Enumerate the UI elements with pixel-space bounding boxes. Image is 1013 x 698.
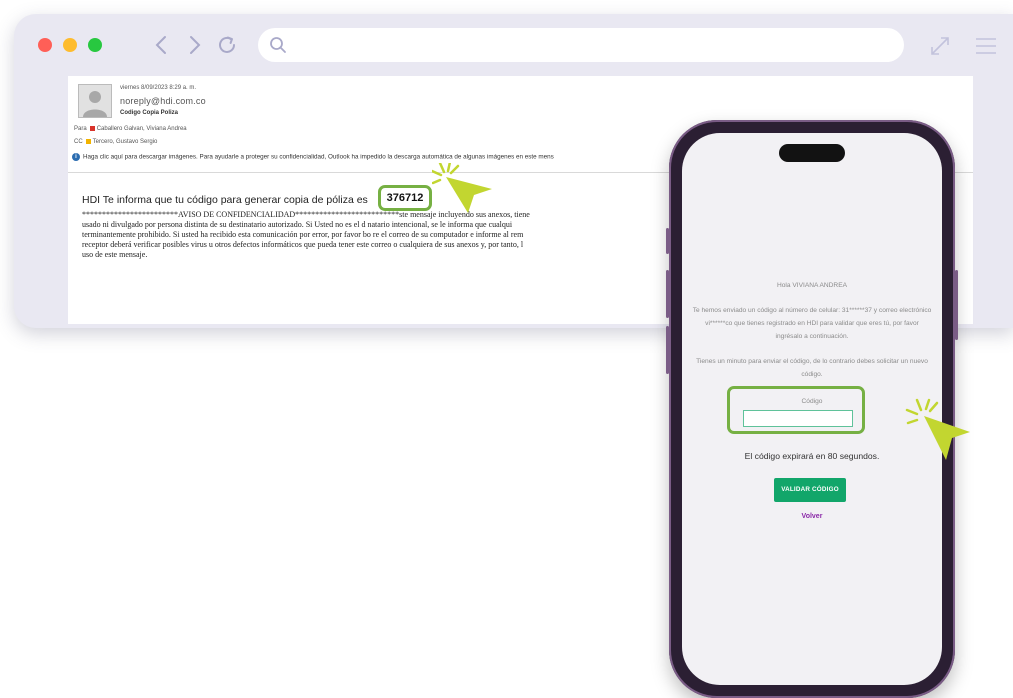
cc-row: CC Tercero, Gustavo Sergio xyxy=(74,139,157,145)
phone-side-button xyxy=(955,270,958,340)
minimize-window-button[interactable] xyxy=(63,38,77,52)
reload-icon[interactable] xyxy=(215,33,239,57)
close-window-button[interactable] xyxy=(38,38,52,52)
dynamic-island xyxy=(779,144,845,162)
legal-line: uso de este mensaje. xyxy=(82,250,148,259)
back-icon[interactable] xyxy=(150,33,174,57)
cc-color-icon xyxy=(85,139,91,144)
time-limit-info: Tienes un minuto para enviar el código, … xyxy=(696,358,928,378)
validate-code-button[interactable]: VALIDAR CÓDIGO xyxy=(774,478,846,502)
info-icon: i xyxy=(72,153,80,161)
to-row: Para Caballero Galvan, Viviana Andrea xyxy=(74,126,187,132)
code-input[interactable] xyxy=(743,410,853,427)
expire-countdown: El código expirará en 80 segundos. xyxy=(744,451,880,461)
url-input[interactable] xyxy=(294,34,888,58)
search-icon xyxy=(270,37,286,53)
cc-label: CC xyxy=(74,139,83,146)
email-date: viernes 8/09/2023 8:29 a. m. xyxy=(120,85,197,91)
forward-icon[interactable] xyxy=(182,33,206,57)
phone-side-button xyxy=(666,228,669,254)
phone-screen: Hola VIVIANA ANDREA Te hemos enviado un … xyxy=(682,133,942,685)
menu-icon[interactable] xyxy=(974,34,998,58)
person-icon xyxy=(79,85,111,117)
confidentiality-notice: ************************AVISO DE CONFIDE… xyxy=(82,210,677,260)
phone-side-button xyxy=(666,326,669,374)
avatar xyxy=(78,84,112,118)
browser-titlebar xyxy=(14,14,1013,76)
cursor-icon xyxy=(432,163,492,213)
recipient-color-icon xyxy=(89,126,95,131)
cursor-icon xyxy=(905,398,970,460)
cc-name: Tercero, Gustavo Sergio xyxy=(92,139,158,146)
legal-line: receptor deberá verificar posibles virus… xyxy=(82,240,524,249)
back-link[interactable]: Volver xyxy=(692,513,932,520)
to-name: Caballero Galvan, Viviana Andrea xyxy=(96,126,187,133)
legal-line: usado ni divulgado por persona distinta … xyxy=(82,220,513,229)
email-sender: noreply@hdi.com.co xyxy=(120,96,206,106)
images-blocked-notice[interactable]: i Haga clic aquí para descargar imágenes.… xyxy=(72,153,554,161)
code-sent-info: Te hemos enviado un código al número de … xyxy=(692,307,932,340)
maximize-window-button[interactable] xyxy=(88,38,102,52)
code-message: HDI Te informa que tu código para genera… xyxy=(82,194,368,206)
phone-side-button xyxy=(666,270,669,318)
to-label: Para xyxy=(74,126,87,133)
address-bar[interactable] xyxy=(258,28,904,62)
expand-icon[interactable] xyxy=(928,34,952,58)
email-subject: Codigo Copia Poliza xyxy=(120,110,178,116)
legal-line: ************************AVISO DE CONFIDE… xyxy=(82,210,530,219)
legal-line: terminantemente prohibido. Si usted ha r… xyxy=(82,230,524,239)
policy-code: 376712 xyxy=(378,185,432,211)
greeting: Hola VIVIANA ANDREA xyxy=(777,282,847,289)
images-blocked-text: Haga clic aquí para descargar imágenes. … xyxy=(83,153,554,161)
